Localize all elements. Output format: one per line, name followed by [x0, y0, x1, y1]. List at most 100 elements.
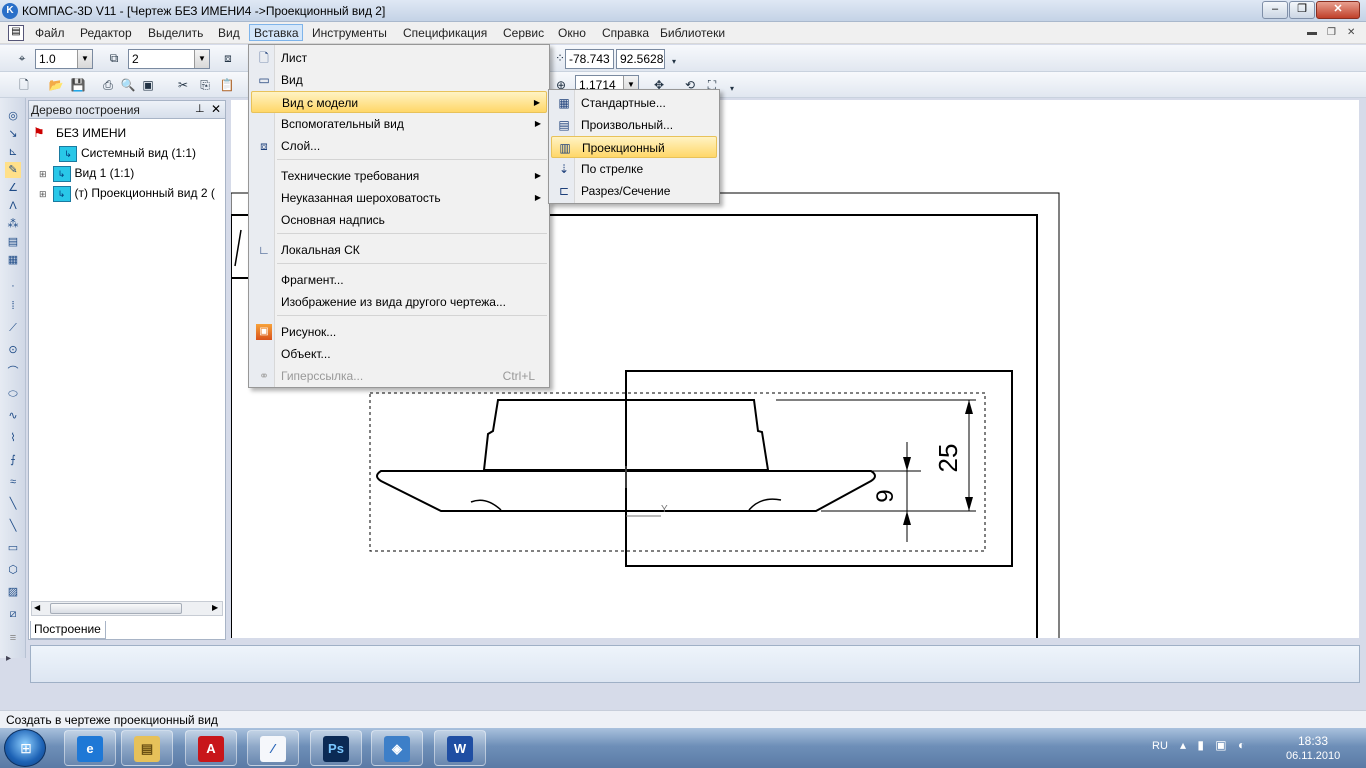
- mdi-restore-button[interactable]: ❐: [1327, 27, 1336, 38]
- aux-line-tool-icon[interactable]: ⁞: [5, 298, 21, 314]
- hatch-tool-icon[interactable]: ▨: [5, 584, 21, 600]
- expand-icon[interactable]: ⊞: [39, 169, 47, 179]
- document-properties-icon[interactable]: ▣: [140, 77, 156, 93]
- nurbs-tool-icon[interactable]: ⨍: [5, 452, 21, 468]
- coord-x-field[interactable]: -78.743: [565, 49, 614, 69]
- menu-window[interactable]: Окно: [553, 25, 591, 42]
- horizontal-scrollbar[interactable]: ◀ ▶: [31, 601, 223, 616]
- layer-state-icon[interactable]: ⧉: [106, 50, 122, 66]
- dimension-25-label[interactable]: 25: [933, 444, 963, 473]
- menu-item-title-block[interactable]: Основная надпись: [251, 209, 547, 231]
- submenu-item-projection[interactable]: ▥ Проекционный: [551, 136, 717, 158]
- propbar-expand-icon[interactable]: ▸: [6, 653, 11, 664]
- tree-item[interactable]: ⊞ ↳ Вид 1 (1:1): [39, 164, 134, 182]
- menu-item-picture[interactable]: ▣ Рисунок...: [251, 321, 547, 343]
- mdi-close-button[interactable]: ✕: [1347, 27, 1355, 38]
- menu-tools[interactable]: Инструменты: [307, 25, 392, 42]
- toolbar-overflow-icon[interactable]: ▾: [724, 81, 740, 97]
- measure-panel-icon[interactable]: Λ: [5, 198, 21, 214]
- scroll-thumb[interactable]: [50, 603, 182, 614]
- cut-icon[interactable]: ✂: [175, 77, 191, 93]
- geometry-panel-icon[interactable]: ◎: [5, 108, 21, 124]
- menu-help[interactable]: Справка: [597, 25, 654, 42]
- new-document-icon[interactable]: 🗋: [16, 77, 32, 93]
- menu-item-unspecified-roughness[interactable]: Неуказанная шероховатость ▶: [251, 187, 547, 209]
- toolbar-overflow-icon[interactable]: ▾: [666, 54, 682, 70]
- menu-item-fragment[interactable]: Фрагмент...: [251, 269, 547, 291]
- point-tool-icon[interactable]: ·: [5, 278, 21, 294]
- submenu-item-by-arrow[interactable]: ⇣ По стрелке: [551, 158, 717, 180]
- copy-icon[interactable]: ⎘: [197, 77, 213, 93]
- dimension-9-label[interactable]: 9: [872, 489, 899, 502]
- menu-item-object[interactable]: Объект...: [251, 343, 547, 365]
- kompas-app-icon[interactable]: K: [2, 3, 18, 19]
- dimensions-panel-icon[interactable]: ↘: [5, 126, 21, 142]
- layers-icon[interactable]: ⧈: [220, 50, 236, 66]
- designations-panel-icon[interactable]: ⊾: [5, 144, 21, 160]
- chevron-down-icon[interactable]: ▼: [194, 50, 209, 68]
- tray-icons[interactable]: ▴ ▮ ▣ ◐: [1180, 738, 1249, 752]
- menu-insert[interactable]: Вставка: [249, 24, 303, 41]
- menu-view[interactable]: Вид: [213, 25, 245, 42]
- taskbar-word[interactable]: W: [434, 730, 486, 766]
- submenu-item-section[interactable]: ⊏ Разрез/Сечение: [551, 180, 717, 202]
- print-icon[interactable]: ⎙: [100, 77, 116, 93]
- menu-file[interactable]: Файл: [30, 25, 70, 42]
- tab-build[interactable]: Построение: [30, 621, 106, 639]
- chamfer-tool-icon[interactable]: ╲: [5, 518, 21, 534]
- maximize-button[interactable]: ❐: [1289, 1, 1315, 19]
- start-button[interactable]: ⊞: [4, 729, 46, 767]
- polyline-tool-icon[interactable]: ⌇: [5, 430, 21, 446]
- menu-libraries[interactable]: Библиотеки: [655, 25, 730, 42]
- minimize-button[interactable]: ‒: [1262, 1, 1288, 19]
- taskbar-photoshop[interactable]: Ps: [310, 730, 362, 766]
- parametrization-panel-icon[interactable]: ∠: [5, 180, 21, 196]
- submenu-item-arbitrary[interactable]: ▤ Произвольный...: [551, 114, 717, 136]
- circle-tool-icon[interactable]: ⊙: [5, 342, 21, 358]
- snap-icon[interactable]: ⌖: [14, 50, 30, 66]
- mdi-minimize-button[interactable]: ▬: [1307, 27, 1317, 38]
- menu-item-sheet[interactable]: 🗋 Лист: [251, 47, 547, 69]
- menu-item-image-from-other-drawing[interactable]: Изображение из вида другого чертежа...: [251, 291, 547, 313]
- spec-panel-icon[interactable]: ▦: [5, 252, 21, 268]
- menu-specification[interactable]: Спецификация: [398, 25, 492, 42]
- paste-icon[interactable]: 📋: [219, 77, 235, 93]
- pin-icon[interactable]: ⊥: [195, 102, 205, 115]
- layer-combo[interactable]: 2 ▼: [128, 49, 210, 69]
- taskbar-ie[interactable]: e: [64, 730, 116, 766]
- associative-views-panel-icon[interactable]: ▤: [5, 234, 21, 250]
- scroll-left-icon[interactable]: ◀: [34, 603, 40, 612]
- selection-panel-icon[interactable]: ⁂: [5, 216, 21, 232]
- menu-item-view-from-model[interactable]: Вид с модели ▶: [251, 91, 547, 113]
- polygon-tool-icon[interactable]: ⬡: [5, 562, 21, 578]
- language-indicator[interactable]: RU: [1152, 740, 1168, 752]
- taskbar-explorer[interactable]: ▤: [121, 730, 173, 766]
- menu-editor[interactable]: Редактор: [75, 25, 137, 42]
- coord-y-field[interactable]: 92.5628: [616, 49, 665, 69]
- open-folder-icon[interactable]: 📂: [48, 77, 64, 93]
- menu-item-auxiliary-view[interactable]: Вспомогательный вид ▶: [251, 113, 547, 135]
- edit-panel-icon[interactable]: ✎: [5, 162, 21, 178]
- arc-tool-icon[interactable]: ⌒: [5, 364, 21, 380]
- save-icon[interactable]: 💾: [70, 77, 86, 93]
- menu-item-tech-requirements[interactable]: Технические требования ▶: [251, 165, 547, 187]
- rectangle-tool-icon[interactable]: ▭: [5, 540, 21, 556]
- contour-tool-icon[interactable]: ⧄: [5, 606, 21, 622]
- document-icon[interactable]: ▤: [8, 25, 24, 41]
- menu-service[interactable]: Сервис: [498, 25, 549, 42]
- submenu-item-standard[interactable]: ▦ Стандартные...: [551, 92, 717, 114]
- fillet-tool-icon[interactable]: ╲: [5, 496, 21, 512]
- menu-item-view[interactable]: ▭ Вид: [251, 69, 547, 91]
- close-button[interactable]: ✕: [1316, 1, 1360, 19]
- taskbar-kompas-3d[interactable]: ◈: [371, 730, 423, 766]
- expand-icon[interactable]: ⊞: [39, 189, 47, 199]
- menu-item-local-cs[interactable]: ∟ Локальная СК: [251, 239, 547, 261]
- tree-root[interactable]: ⚑ БЕЗ ИМЕНИ: [33, 124, 126, 142]
- taskbar-kompas[interactable]: ∕: [247, 730, 299, 766]
- clock-date[interactable]: 06.11.2010: [1286, 750, 1340, 762]
- bezier-tool-icon[interactable]: ≈: [5, 474, 21, 490]
- tree-item[interactable]: ↳ Системный вид (1:1): [59, 144, 196, 162]
- print-preview-icon[interactable]: 🔍: [120, 77, 136, 93]
- tree-item[interactable]: ⊞ ↳ (т) Проекционный вид 2 (: [39, 184, 215, 202]
- tree-close-icon[interactable]: ✕: [211, 102, 221, 116]
